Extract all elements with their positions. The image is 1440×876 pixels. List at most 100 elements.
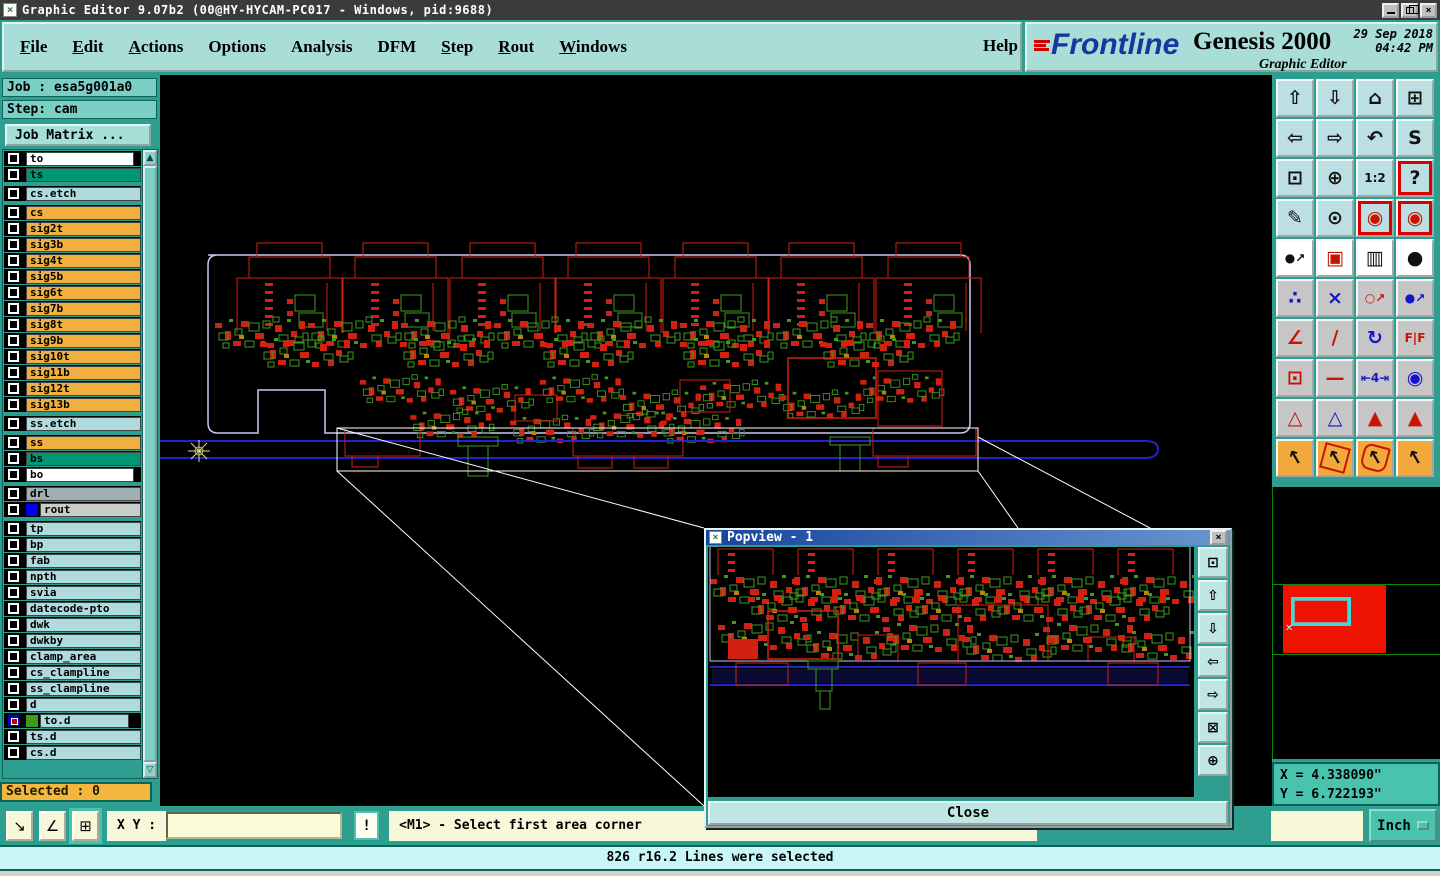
layer-name[interactable]: tp [26,521,141,536]
menu-item[interactable]: Step [441,37,473,57]
layer-checkbox[interactable] [8,635,19,646]
layer-row[interactable]: cs_clampline [4,665,141,680]
popview-close-x-button[interactable]: × [1210,530,1227,545]
layer-row[interactable]: tp [4,521,141,536]
net-connect-button[interactable]: ∴ [1276,279,1314,317]
center-view-button[interactable]: ⊕ [1316,159,1354,197]
layer-row[interactable]: rout [4,502,141,517]
layer-row[interactable]: cs.etch [4,186,141,201]
layer-checkbox[interactable] [8,619,19,630]
layer-checkbox[interactable] [8,287,19,298]
delete-object-button[interactable]: × [1316,279,1354,317]
layer-checkbox[interactable] [8,188,19,199]
layer-name[interactable]: cs [26,205,141,220]
rotate-object-button[interactable]: ↻ [1356,319,1394,357]
layer-row[interactable]: cs [4,205,141,220]
layer-checkbox[interactable] [8,747,19,758]
layer-name[interactable]: sig3b [26,237,141,252]
select-symbol-button[interactable]: ●↗ [1276,239,1314,277]
layer-row[interactable]: drl [4,486,141,501]
layer-checkbox[interactable] [8,603,19,614]
layer-name[interactable]: to.d [40,713,130,728]
previous-view-button[interactable]: ↶ [1356,119,1394,157]
scale-1-2-button[interactable]: 1:2 [1356,159,1394,197]
layer-name[interactable]: npth [26,569,141,584]
xy-input[interactable] [166,812,343,839]
layer-name[interactable]: d [26,697,141,712]
close-button[interactable]: × [1420,2,1437,18]
edit-symbol-button[interactable]: ▣ [1316,239,1354,277]
layer-name[interactable]: ts [26,167,141,182]
layer-name[interactable]: dwkby [26,633,141,648]
popview-zoom-out-button[interactable]: ⇧ [1198,580,1228,611]
popview-pan-left-button[interactable]: ⇦ [1198,646,1228,677]
zoom-target-button[interactable]: ⊙ [1316,199,1354,237]
resize-symbol-button[interactable]: ⊡ [1276,359,1314,397]
layer-name[interactable]: drl [26,486,141,501]
layer-checkbox[interactable] [8,303,19,314]
layer-row[interactable]: dwkby [4,633,141,648]
move-object-button[interactable]: ●↗ [1396,279,1434,317]
zoom-out-button[interactable]: ⇧ [1276,79,1314,117]
layer-name[interactable]: cs.etch [26,186,141,201]
layer-name[interactable]: cs.d [26,745,141,760]
menu-item[interactable]: Rout [498,37,534,57]
layer-name[interactable]: sig5b [26,269,141,284]
layer-name[interactable]: sig4t [26,253,141,268]
popview-fit-in-button[interactable]: ⊠ [1198,712,1228,743]
layer-name[interactable]: bo [26,467,135,482]
layer-row[interactable]: sig11b [4,365,141,380]
menu-item[interactable]: Windows [559,37,627,57]
fit-window-button[interactable]: ⊡ [1276,159,1314,197]
scroll-thumb[interactable] [143,166,157,762]
help-query-button[interactable]: ? [1396,159,1434,197]
display-profile-1-button[interactable]: ◉ [1356,199,1394,237]
layer-checkbox[interactable] [8,555,19,566]
triangle-tool-1-button[interactable]: △ [1276,399,1314,437]
mirror-object-button[interactable]: F|F [1396,319,1434,357]
layer-row[interactable]: sig6t [4,285,141,300]
layer-checkbox[interactable] [8,223,19,234]
layer-row[interactable]: clamp_area [4,649,141,664]
layer-row[interactable]: sig4t [4,253,141,268]
layer-checkbox[interactable] [8,335,19,346]
layer-name[interactable]: ss [26,435,141,450]
layer-name[interactable]: sig6t [26,285,141,300]
layer-name[interactable]: svia [26,585,141,600]
layer-row[interactable]: ss [4,435,141,450]
layer-name[interactable]: bs [26,451,141,466]
layer-row[interactable]: fab [4,553,141,568]
layer-row[interactable]: sig5b [4,269,141,284]
layer-row[interactable]: d [4,697,141,712]
layer-row[interactable]: sig13b [4,397,141,412]
layer-row[interactable]: sig3b [4,237,141,252]
pad-symbol-button[interactable]: ● [1396,239,1434,277]
layer-checkbox[interactable] [8,271,19,282]
popview-window[interactable]: × Popview - 1 × ⊡ ⇧ ⇩ ⇦ ⇨ ⊠ ⊕ Close [704,528,1232,828]
layer-name[interactable]: ts.d [26,729,141,744]
layer-checkbox[interactable] [8,469,19,480]
layer-checkbox[interactable] [8,169,19,180]
zoom-in-button[interactable]: ⇩ [1316,79,1354,117]
layer-checkbox[interactable] [8,239,19,250]
layer-name[interactable]: cs_clampline [26,665,141,680]
home-view-button[interactable]: ⌂ [1356,79,1394,117]
scroll-up-icon[interactable]: ▲ [143,150,157,166]
popview-clone-button[interactable]: ⊡ [1198,547,1228,578]
layer-row[interactable]: datecode-pto [4,601,141,616]
layer-checkbox[interactable] [8,367,19,378]
layer-checkbox[interactable] [8,255,19,266]
layer-checkbox[interactable] [8,453,19,464]
layer-row[interactable]: bs [4,451,141,466]
layer-checkbox[interactable] [8,667,19,678]
layer-checkbox[interactable] [8,731,19,742]
layer-name[interactable]: sig7b [26,301,141,316]
layer-checkbox[interactable] [8,399,19,410]
measure-gap-button[interactable]: ⇤4⇥ [1356,359,1394,397]
layer-checkbox[interactable] [8,153,19,164]
layer-name[interactable]: sig9b [26,333,141,348]
layer-name[interactable]: bp [26,537,141,552]
scroll-down-icon[interactable]: ▽ [143,762,157,778]
layer-name[interactable]: ss_clampline [26,681,141,696]
layer-row[interactable]: bp [4,537,141,552]
